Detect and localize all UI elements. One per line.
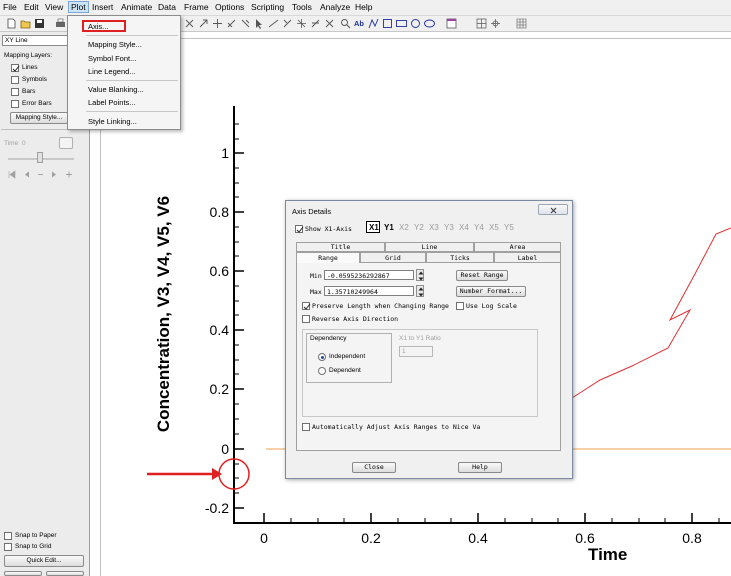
independent-radio[interactable] — [318, 353, 326, 361]
y-tick-label: 0 — [221, 441, 229, 457]
y-tick-label: 1 — [221, 145, 229, 161]
menu-separator — [86, 111, 178, 112]
min-spinner[interactable] — [416, 269, 424, 281]
radio-dot — [321, 356, 324, 359]
tab-range[interactable]: Range — [296, 252, 360, 263]
y-tick-label: 0.6 — [209, 263, 229, 279]
show-axis-checkbox[interactable] — [295, 225, 304, 233]
y-tick-label: 0.4 — [209, 322, 229, 338]
menu-item-value-blanking[interactable]: Value Blanking... — [88, 85, 144, 94]
x-tick-label: 0.2 — [361, 530, 381, 546]
show-axis-label: Show X1-Axis — [305, 225, 352, 233]
reset-range-button[interactable]: Reset Range — [456, 270, 508, 281]
auto-adjust-label: Automatically Adjust Axis Ranges to Nice… — [312, 423, 481, 431]
menu-separator — [86, 80, 178, 81]
menu-separator — [86, 35, 178, 36]
auto-adjust-checkbox[interactable] — [302, 423, 310, 431]
axis-x1[interactable]: X1 — [369, 223, 379, 232]
tab-area[interactable]: Area — [474, 242, 561, 252]
axis-x3[interactable]: X3 — [429, 223, 439, 232]
reverse-direction-checkbox[interactable] — [302, 315, 310, 323]
x-tick-label: 0.8 — [682, 530, 702, 546]
axis-y4[interactable]: Y4 — [474, 223, 484, 232]
min-value: -0.0595236292867 — [327, 272, 390, 280]
axis-x4[interactable]: X4 — [459, 223, 469, 232]
plot-menu-dropdown: Axis... Mapping Style... Symbol Font... … — [67, 15, 181, 130]
axis-y1[interactable]: Y1 — [384, 223, 394, 232]
max-label: Max — [310, 288, 322, 296]
max-value-input[interactable]: 1.35710249964 — [324, 286, 414, 296]
tab-label[interactable]: Label — [494, 252, 561, 263]
y-axis-title: Concentration, V3, V4, V5, V6 — [154, 195, 173, 433]
menu-item-symbol-font[interactable]: Symbol Font... — [88, 54, 136, 63]
axis-y3[interactable]: Y3 — [444, 223, 454, 232]
x-tick-label: 0.6 — [575, 530, 595, 546]
max-spinner[interactable] — [416, 285, 424, 297]
preserve-length-label: Preserve Length when Changing Range — [312, 302, 449, 310]
menu-item-mapping-style[interactable]: Mapping Style... — [88, 40, 142, 49]
reverse-direction-label: Reverse Axis Direction — [312, 315, 399, 323]
ratio-value: 1 — [402, 348, 406, 355]
menu-item-style-linking[interactable]: Style Linking... — [88, 117, 137, 126]
tab-line[interactable]: Line — [385, 242, 474, 252]
dialog-close-button[interactable] — [538, 204, 568, 215]
tab-grid[interactable]: Grid — [360, 252, 426, 263]
check-icon — [296, 226, 304, 233]
ratio-label: X1 to Y1 Ratio — [399, 335, 441, 342]
tab-ticks[interactable]: Ticks — [426, 252, 494, 263]
x-tick-label: 0.4 — [468, 530, 488, 546]
min-value-input[interactable]: -0.0595236292867 — [324, 270, 414, 280]
close-icon — [550, 207, 557, 214]
annotation-arrow-head — [212, 468, 222, 480]
curve-red — [571, 227, 731, 399]
menu-item-axis[interactable]: Axis... — [88, 22, 108, 31]
log-scale-label: Use Log Scale — [466, 302, 517, 310]
preserve-length-checkbox[interactable] — [302, 302, 311, 310]
dependent-radio[interactable] — [318, 367, 326, 375]
spinner-arrows-icon — [418, 287, 424, 297]
check-icon — [303, 303, 311, 310]
axis-details-dialog: Axis Details Show X1-Axis X1 Y1 X2 Y2 X3… — [285, 200, 573, 479]
min-label: Min — [310, 272, 322, 280]
log-scale-checkbox[interactable] — [456, 302, 464, 310]
dependency-label: Dependency — [310, 335, 347, 342]
y-tick-label: -0.2 — [204, 500, 229, 516]
number-format-button[interactable]: Number Format... — [456, 286, 526, 297]
dialog-title: Axis Details — [292, 207, 332, 216]
ratio-input[interactable]: 1 — [399, 346, 433, 357]
tab-title[interactable]: Title — [296, 242, 385, 252]
menu-item-label-points[interactable]: Label Points... — [88, 98, 136, 107]
axis-x2[interactable]: X2 — [399, 223, 409, 232]
close-button[interactable]: Close — [352, 462, 396, 473]
max-value: 1.35710249964 — [327, 288, 378, 296]
axis-y2[interactable]: Y2 — [414, 223, 424, 232]
help-button[interactable]: Help — [458, 462, 502, 473]
spinner-arrows-icon — [418, 271, 424, 281]
x-tick-label: 0 — [260, 530, 268, 546]
independent-label: Independent — [329, 353, 366, 360]
y-tick-label: 0.2 — [209, 381, 229, 397]
x-axis-title: Time — [588, 545, 628, 564]
y-axis-ticks — [234, 152, 244, 509]
y-tick-label: 0.8 — [209, 204, 229, 220]
menu-item-line-legend[interactable]: Line Legend... — [88, 67, 136, 76]
dependent-label: Dependent — [329, 367, 361, 374]
axis-x5[interactable]: X5 — [489, 223, 499, 232]
x-axis-ticks — [263, 513, 693, 523]
axis-y5[interactable]: Y5 — [504, 223, 514, 232]
